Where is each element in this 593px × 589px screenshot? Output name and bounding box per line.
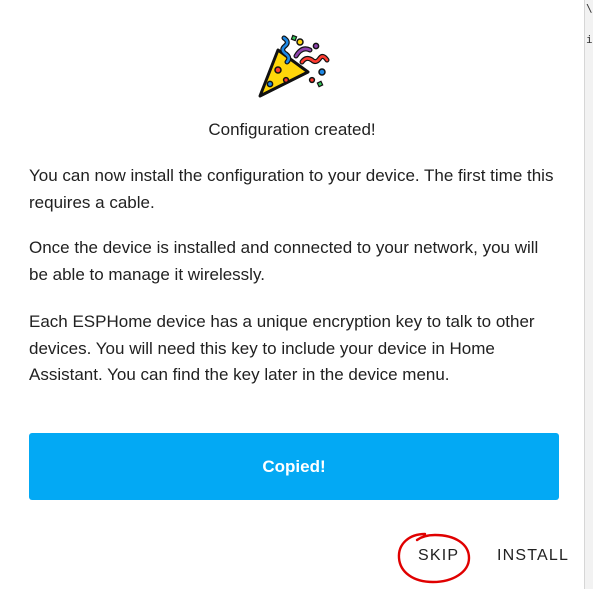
encryption-key-text: Each ESPHome device has a unique encrypt…	[29, 312, 535, 384]
wireless-management-text: Once the device is installed and connect…	[29, 238, 539, 284]
dialog-title: Configuration created!	[208, 120, 376, 139]
party-popper-icon	[258, 34, 330, 98]
install-instructions-text: You can now install the configuration to…	[29, 166, 554, 212]
skip-button[interactable]: SKIP	[418, 545, 459, 567]
background-window	[584, 0, 593, 589]
background-text-fragment: i	[586, 33, 593, 46]
background-text-fragment: \	[586, 2, 593, 15]
install-button-label: INSTALL	[497, 547, 570, 564]
copy-button-label: Copied!	[262, 456, 326, 476]
background-window-edge	[584, 0, 585, 589]
copy-encryption-key-button[interactable]: Copied!	[29, 433, 559, 500]
install-button[interactable]: INSTALL	[497, 545, 569, 567]
skip-button-label: SKIP	[418, 547, 460, 564]
configuration-created-dialog: Configuration created! You can now insta…	[0, 0, 584, 589]
